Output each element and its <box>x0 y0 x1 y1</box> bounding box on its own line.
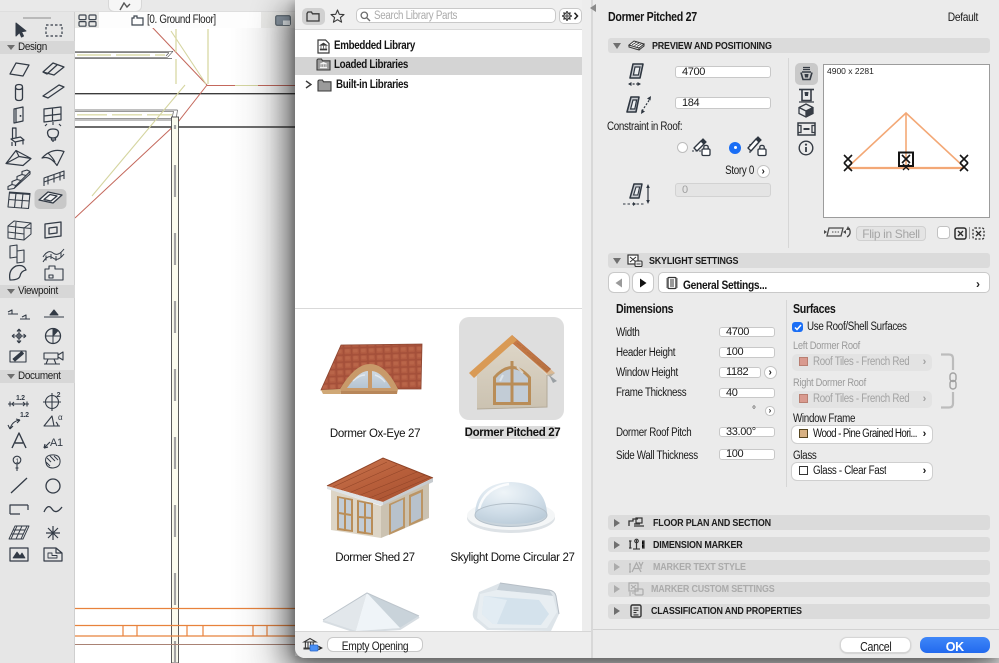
svg-text:1.2: 1.2 <box>20 412 29 419</box>
svg-text:.2: .2 <box>55 392 61 399</box>
svg-text:1: 1 <box>16 458 20 465</box>
svg-text:α: α <box>58 413 63 422</box>
svg-text:1.2: 1.2 <box>16 395 25 402</box>
svg-text:A1: A1 <box>50 437 63 449</box>
